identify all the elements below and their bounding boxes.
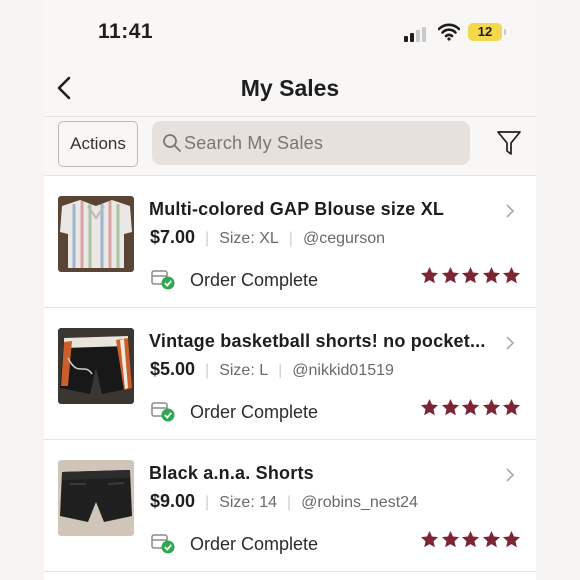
star-icon [420,398,439,416]
item-meta: $7.00 | Size: XL | @cegurson [150,227,386,247]
star-icon [461,530,480,548]
sale-row-3[interactable]: Black a.n.a. Shorts $9.00 | Size: 14 | @robi… [44,440,536,572]
order-complete-icon [151,270,175,290]
right-backdrop [536,0,580,580]
item-size: Size: XL [219,230,279,247]
rating-stars [420,398,521,418]
star-icon [461,266,480,284]
item-price: $7.00 [150,227,196,247]
filter-icon[interactable] [496,129,522,157]
search-placeholder: Search My Sales [184,133,324,153]
navigation-bar: My Sales [44,62,536,117]
item-meta: $5.00 | Size: L | @nikkid01519 [150,359,394,379]
left-backdrop [0,0,44,580]
item-size: Size: L [219,362,269,379]
order-complete-icon [151,534,175,554]
phone-screen: 11:41 12 My Sales Actions Search My Sale… [44,0,536,580]
search-input[interactable]: Search My Sales [152,121,470,165]
chevron-right-icon [506,336,515,350]
sale-row-1[interactable]: Multi-colored GAP Blouse size XL $7.00 | S… [44,176,536,308]
item-meta: $9.00 | Size: 14 | @robins_nest24 [150,491,418,511]
clock: 11:41 [98,20,154,43]
blouse-thumbnail [58,196,134,272]
item-title: Black a.n.a. Shorts [149,463,314,483]
black-shorts-thumbnail [58,460,134,536]
star-icon [482,398,500,416]
item-size: Size: 14 [219,494,278,511]
order-status: Order Complete [190,270,319,290]
rating-stars [420,530,521,550]
item-price: $9.00 [150,491,196,511]
sale-row-2[interactable]: Vintage basketball shorts! no pocket... … [44,308,536,440]
star-icon [502,398,521,416]
buyer-username: @cegurson [302,230,386,247]
rating-stars [420,266,521,286]
star-icon [441,398,459,416]
page-title: My Sales [240,75,340,101]
search-icon [163,134,181,152]
item-price: $5.00 [150,359,196,379]
star-icon [441,530,459,548]
toolbar: Actions Search My Sales [44,117,536,176]
star-icon [482,530,500,548]
star-icon [461,398,480,416]
actions-button[interactable]: Actions [58,121,138,167]
buyer-username: @robins_nest24 [301,494,418,511]
order-status: Order Complete [190,402,319,422]
star-icon [420,530,439,548]
star-icon [441,266,459,284]
star-icon [420,266,439,284]
star-icon [482,266,500,284]
order-status: Order Complete [190,534,319,554]
battery-icon: 12 [468,23,506,41]
star-icon [502,530,521,548]
order-complete-icon [151,402,175,422]
basketball-shorts-thumbnail [58,328,134,404]
chevron-right-icon [506,204,515,218]
star-icon [502,266,521,284]
status-bar: 11:41 12 [44,0,536,62]
chevron-right-icon [506,468,515,482]
item-title: Multi-colored GAP Blouse size XL [149,199,445,219]
buyer-username: @nikkid01519 [292,362,394,379]
item-title: Vintage basketball shorts! no pocket... [149,331,486,351]
cellular-signal-icon [404,26,430,42]
wifi-icon [438,23,460,41]
